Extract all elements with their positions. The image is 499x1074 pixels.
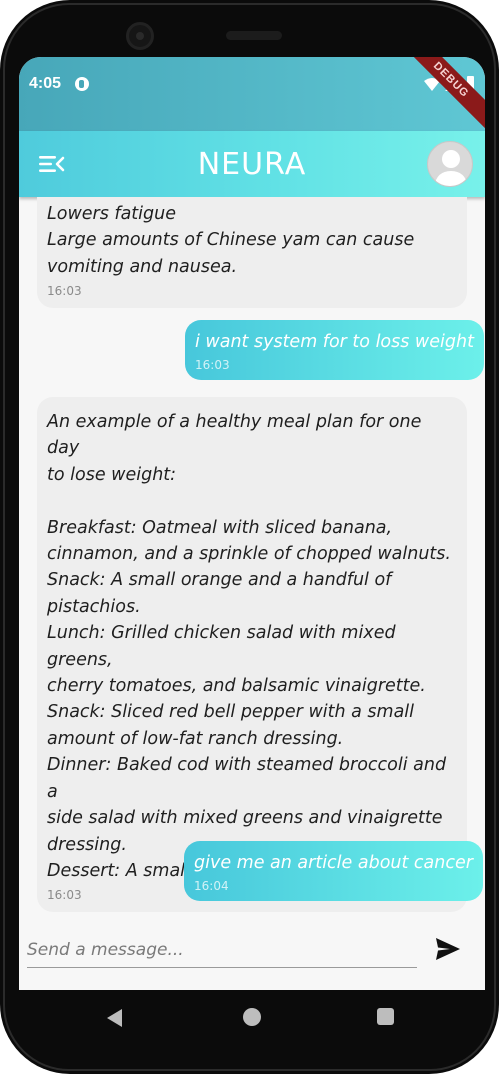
message-time: 16:03 <box>47 284 82 299</box>
message-text: An example of a healthy meal plan for on… <box>47 412 451 881</box>
user-message-bubble: i want system for to loss weight 16:03 <box>185 320 484 380</box>
bot-message-bubble: Lowers fatigue Large amounts of Chinese … <box>37 197 467 309</box>
message-input[interactable] <box>27 933 417 968</box>
phone-frame: 4:05 DEBUG NEURA Lowers fatigue Large am… <box>0 0 499 1074</box>
debug-banner: DEBUG <box>394 57 485 137</box>
app-bar: NEURA <box>19 131 485 197</box>
back-triangle-icon[interactable] <box>106 1008 124 1028</box>
recents-square-icon[interactable] <box>377 1008 394 1025</box>
message-text: Lowers fatigue Large amounts of Chinese … <box>47 204 415 277</box>
user-avatar-icon[interactable] <box>427 141 473 187</box>
status-bar: 4:05 DEBUG <box>19 57 485 137</box>
app-screen: 4:05 DEBUG NEURA Lowers fatigue Large am… <box>19 57 485 990</box>
front-camera <box>126 22 154 50</box>
home-circle-icon[interactable] <box>243 1008 261 1026</box>
message-time: 16:03 <box>195 358 230 372</box>
message-time: 16:04 <box>194 879 229 893</box>
avatar-silhouette-icon <box>434 150 468 186</box>
send-icon[interactable] <box>435 937 461 961</box>
notification-icon <box>75 77 89 91</box>
earpiece-speaker <box>226 31 282 40</box>
message-text: i want system for to loss weight <box>195 332 474 352</box>
user-message-bubble: give me an article about cancer 16:04 <box>184 841 483 901</box>
chat-message-list[interactable]: Lowers fatigue Large amounts of Chinese … <box>19 197 485 917</box>
status-time: 4:05 <box>29 75 62 92</box>
message-composer <box>19 917 485 990</box>
system-navigation-bar <box>0 990 499 1050</box>
message-text: give me an article about cancer <box>194 853 473 873</box>
bot-message-bubble: An example of a healthy meal plan for on… <box>37 397 467 913</box>
app-title: NEURA <box>197 147 307 182</box>
